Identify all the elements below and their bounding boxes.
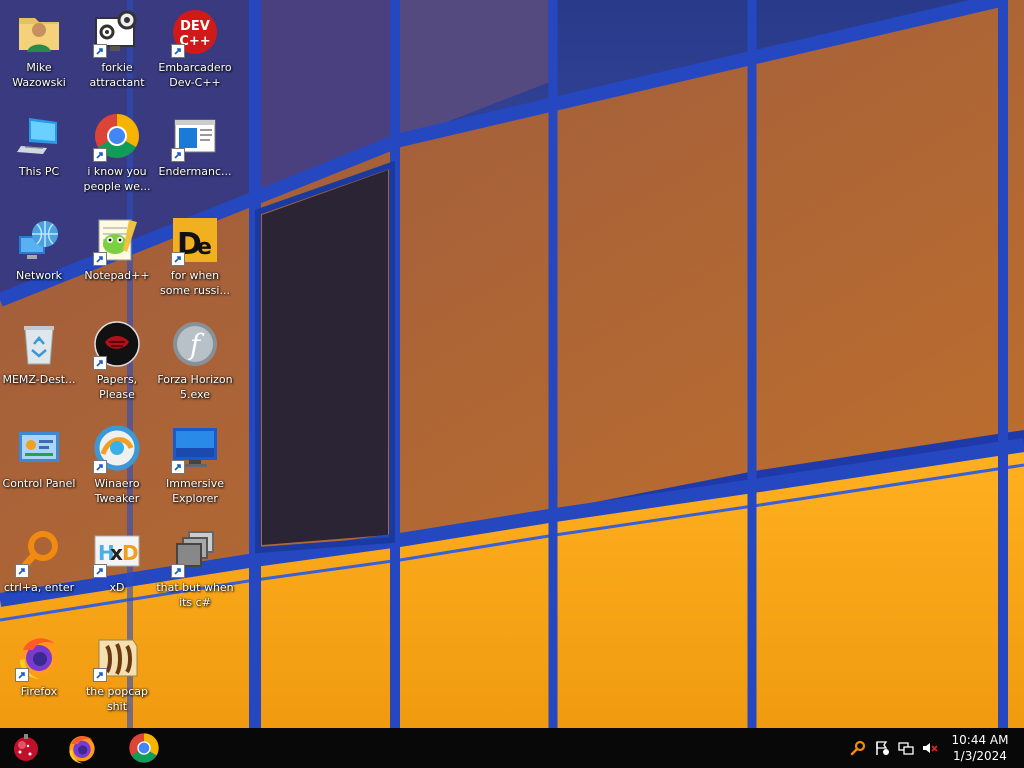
hxd-icon: HxD <box>93 528 141 578</box>
taskbar: 10:44 AM 1/3/2024 <box>0 728 1024 768</box>
desktop-icon-papers-please[interactable]: Papers, Please <box>78 312 156 412</box>
desktop-icon-xd[interactable]: HxD xD <box>78 520 156 620</box>
svg-text:D: D <box>122 541 139 565</box>
stacked-windows-icon <box>171 528 219 578</box>
desktop-icon-winaero-tweaker[interactable]: Winaero Tweaker <box>78 416 156 516</box>
desktop-icon-i-know-you[interactable]: i know you people we... <box>78 104 156 204</box>
icon-label: forkie attractant <box>89 61 145 89</box>
desktop-icon-ctrl-a-enter[interactable]: ctrl+a, enter <box>0 520 78 620</box>
volume-muted-icon[interactable] <box>922 740 938 756</box>
taskbar-clock[interactable]: 10:44 AM 1/3/2024 <box>946 732 1014 764</box>
shortcut-arrow-icon <box>93 44 107 58</box>
shortcut-arrow-icon <box>93 668 107 682</box>
start-button[interactable] <box>0 728 52 768</box>
shortcut-arrow-icon <box>171 460 185 474</box>
icon-label: Network <box>16 269 62 282</box>
shortcut-arrow-icon <box>93 460 107 474</box>
shortcut-arrow-icon <box>93 356 107 370</box>
popcap-icon <box>93 632 141 682</box>
computer-icon <box>15 112 63 160</box>
icon-label: Forza Horizon 5.exe <box>157 373 233 401</box>
taskbar-firefox-button[interactable] <box>56 728 108 768</box>
flag-icon[interactable] <box>874 740 890 756</box>
chrome-icon <box>129 733 159 763</box>
shortcut-arrow-icon <box>93 148 107 162</box>
clock-date: 1/3/2024 <box>953 749 1007 763</box>
icon-label: This PC <box>18 165 60 178</box>
desktop-icon-for-when-some-russi[interactable]: De for when some russi... <box>156 208 234 308</box>
desktop-icon-control-panel[interactable]: Control Panel <box>0 416 78 516</box>
icon-label: Control Panel <box>2 477 76 490</box>
network-tray-icon[interactable] <box>898 740 914 756</box>
icon-label: i know you people we... <box>83 165 151 193</box>
shortcut-arrow-icon <box>93 252 107 266</box>
shortcut-arrow-icon <box>171 44 185 58</box>
shortcut-arrow-icon <box>15 564 29 578</box>
window-app-icon <box>171 112 219 162</box>
papers-please-icon <box>93 320 141 370</box>
network-globe-icon <box>15 216 63 264</box>
icon-label: Endermanc... <box>158 165 232 178</box>
desktop-icon-notepadpp[interactable]: Notepad++ <box>78 208 156 308</box>
flash-icon: f <box>171 320 219 368</box>
desktop-icon-that-but-when-its-c[interactable]: that but when its c# <box>156 520 234 620</box>
search-tray-icon[interactable] <box>850 740 866 756</box>
devcpp-icon: DEV C++ <box>171 8 219 58</box>
user-folder-icon <box>15 8 63 56</box>
svg-text:e: e <box>197 235 212 260</box>
icon-label: Immersive Explorer <box>165 477 225 505</box>
magnifier-icon <box>15 528 63 578</box>
icon-label: Mike Wazowski <box>12 61 66 89</box>
gears-monitor-icon <box>93 8 141 58</box>
desktop-icon-endermanc[interactable]: Endermanc... <box>156 104 234 204</box>
firefox-icon <box>15 632 63 682</box>
desktop-icon-the-popcap[interactable]: the popcap shit <box>78 624 156 724</box>
de-app-icon: De <box>171 216 219 266</box>
desktop-icon-network[interactable]: Network <box>0 208 78 308</box>
icon-label: Embarcadero Dev-C++ <box>158 61 232 89</box>
icon-label: Firefox <box>20 685 58 698</box>
start-orb-icon <box>14 734 38 761</box>
control-panel-icon <box>15 424 63 472</box>
shortcut-arrow-icon <box>93 564 107 578</box>
desktop-icon-embarcadero-devcpp[interactable]: DEV C++ Embarcadero Dev-C++ <box>156 0 234 100</box>
icon-label: Notepad++ <box>84 269 150 282</box>
desktop-icon-this-pc[interactable]: This PC <box>0 104 78 204</box>
winaero-icon <box>93 424 141 474</box>
clock-time: 10:44 AM <box>951 733 1009 747</box>
svg-text:DEV: DEV <box>180 19 210 34</box>
monitor-app-icon <box>171 424 219 474</box>
shortcut-arrow-icon <box>171 564 185 578</box>
desktop-icon-forza-horizon-5[interactable]: f Forza Horizon 5.exe <box>156 312 234 412</box>
shortcut-arrow-icon <box>15 668 29 682</box>
icon-label: Papers, Please <box>96 373 138 401</box>
shortcut-arrow-icon <box>171 252 185 266</box>
icon-label: ctrl+a, enter <box>3 581 75 594</box>
shortcut-arrow-icon <box>171 148 185 162</box>
desktop-icon-forkie-attractant[interactable]: forkie attractant <box>78 0 156 100</box>
recycle-bin-icon <box>15 320 63 368</box>
firefox-icon <box>69 736 95 764</box>
taskbar-chrome-button[interactable] <box>118 728 170 768</box>
desktop-icon-mike-wazowski[interactable]: Mike Wazowski <box>0 0 78 100</box>
notepadpp-icon <box>93 216 141 266</box>
icon-label: xD <box>109 581 125 594</box>
icon-label: MEMZ-Dest... <box>2 373 76 386</box>
icon-label: for when some russi... <box>160 269 230 297</box>
chrome-icon <box>93 112 141 162</box>
desktop-icon-firefox[interactable]: Firefox <box>0 624 78 724</box>
icon-label: the popcap shit <box>85 685 148 713</box>
desktop-icon-memz[interactable]: MEMZ-Dest... <box>0 312 78 412</box>
icon-label: that but when its c# <box>156 581 234 609</box>
desktop-icon-immersive-explorer[interactable]: Immersive Explorer <box>156 416 234 516</box>
icon-label: Winaero Tweaker <box>94 477 140 505</box>
